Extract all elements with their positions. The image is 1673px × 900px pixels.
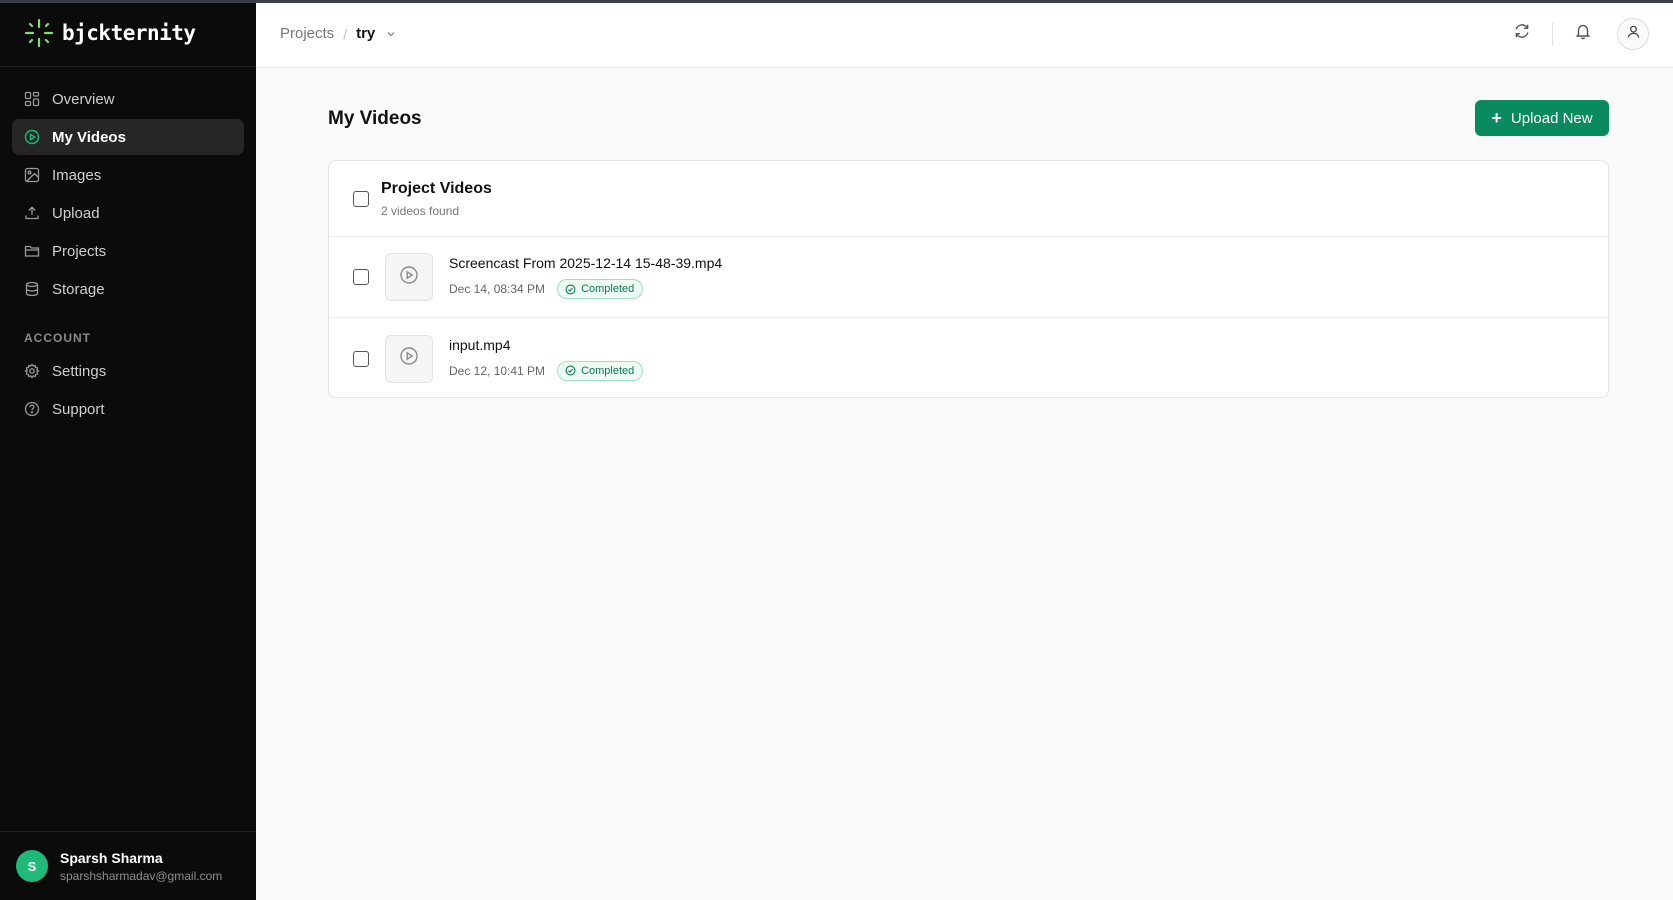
sidebar-item-label: Upload: [52, 204, 100, 222]
brand[interactable]: bjckternity: [0, 0, 256, 67]
row-checkbox[interactable]: [353, 269, 369, 285]
sidebar-nav: Overview My Videos Images Upload Project…: [0, 67, 256, 427]
list-item[interactable]: Screencast From 2025-12-14 15-48-39.mp4 …: [329, 237, 1608, 318]
play-circle-icon: [399, 265, 419, 290]
breadcrumb: Projects / try: [280, 25, 397, 42]
sidebar-item-support[interactable]: Support: [12, 391, 244, 427]
video-name[interactable]: input.mp4: [449, 337, 643, 353]
video-name[interactable]: Screencast From 2025-12-14 15-48-39.mp4: [449, 255, 722, 271]
video-date: Dec 14, 08:34 PM: [449, 282, 546, 296]
video-thumbnail[interactable]: [385, 253, 433, 301]
header-actions: [1506, 17, 1649, 50]
video-date: Dec 12, 10:41 PM: [449, 363, 546, 378]
videos-panel: Project Videos 2 videos found Screencast…: [328, 160, 1609, 398]
status-label: Completed: [581, 364, 635, 377]
sidebar-item-label: Settings: [52, 362, 107, 380]
header-divider: [1552, 21, 1553, 46]
sidebar-item-label: Images: [52, 166, 102, 184]
breadcrumb-projects[interactable]: Projects: [280, 25, 334, 42]
sidebar-item-label: Projects: [52, 242, 107, 260]
sidebar-item-my-videos[interactable]: My Videos: [12, 119, 244, 155]
check-circle-icon: [565, 284, 576, 295]
image-icon: [24, 167, 40, 183]
select-all-checkbox[interactable]: [353, 190, 369, 207]
sidebar-item-images[interactable]: Images: [12, 157, 244, 193]
folder-icon: [24, 243, 40, 259]
bell-icon: [1574, 22, 1592, 45]
list-item[interactable]: input.mp4 Dec 12, 10:41 PM Completed: [329, 318, 1608, 399]
upload-icon: [24, 205, 40, 221]
project-selector[interactable]: try: [356, 25, 375, 42]
grid-icon: [24, 91, 40, 107]
user-email: sparshsharmadav@gmail.com: [60, 868, 223, 883]
avatar: S: [16, 850, 48, 882]
top-header: Projects / try: [256, 0, 1673, 68]
panel-header: Project Videos 2 videos found: [329, 161, 1608, 237]
video-count: 2 videos found: [381, 203, 460, 218]
check-circle-icon: [565, 365, 576, 376]
account-section-label: ACCOUNT: [24, 331, 91, 345]
sidebar-item-label: Storage: [52, 280, 105, 298]
panel-title: Project Videos: [381, 179, 492, 197]
sidebar-item-label: Support: [52, 400, 105, 418]
breadcrumb-separator: /: [343, 25, 348, 42]
sidebar-item-upload[interactable]: Upload: [12, 195, 244, 231]
profile-button[interactable]: [1617, 17, 1649, 50]
play-circle-icon: [399, 346, 419, 371]
main-content: My Videos + Upload New Project Videos 2 …: [256, 68, 1673, 900]
sidebar-item-overview[interactable]: Overview: [12, 81, 244, 117]
user-icon: [1626, 24, 1641, 44]
notifications-button[interactable]: [1567, 18, 1599, 50]
status-badge: Completed: [557, 279, 644, 299]
upload-new-button[interactable]: + Upload New: [1475, 100, 1609, 136]
logo-icon: [24, 18, 54, 48]
help-circle-icon: [24, 401, 40, 417]
user-profile[interactable]: S Sparsh Sharma sparshsharmadav@gmail.co…: [0, 831, 256, 900]
top-accent-line: [0, 0, 1673, 3]
video-thumbnail[interactable]: [385, 334, 433, 383]
chevron-down-icon[interactable]: [385, 28, 397, 40]
user-name: Sparsh Sharma: [60, 849, 163, 866]
sidebar-item-label: My Videos: [52, 128, 126, 146]
sidebar: bjckternity Overview My Videos Images Up…: [0, 0, 256, 900]
plus-icon: +: [1491, 108, 1502, 128]
status-badge: Completed: [557, 360, 644, 381]
sidebar-item-storage[interactable]: Storage: [12, 271, 244, 307]
play-circle-icon: [24, 129, 40, 145]
upload-new-label: Upload New: [1510, 109, 1593, 127]
page-title: My Videos: [328, 108, 422, 129]
refresh-button[interactable]: [1506, 18, 1538, 50]
gear-icon: [24, 363, 40, 379]
sidebar-item-projects[interactable]: Projects: [12, 233, 244, 269]
database-icon: [24, 281, 40, 297]
brand-name: bjckternity: [62, 21, 196, 45]
sidebar-item-settings[interactable]: Settings: [12, 353, 244, 389]
status-label: Completed: [581, 283, 635, 295]
sidebar-item-label: Overview: [52, 90, 115, 108]
row-checkbox[interactable]: [353, 350, 369, 367]
refresh-icon: [1513, 22, 1531, 45]
